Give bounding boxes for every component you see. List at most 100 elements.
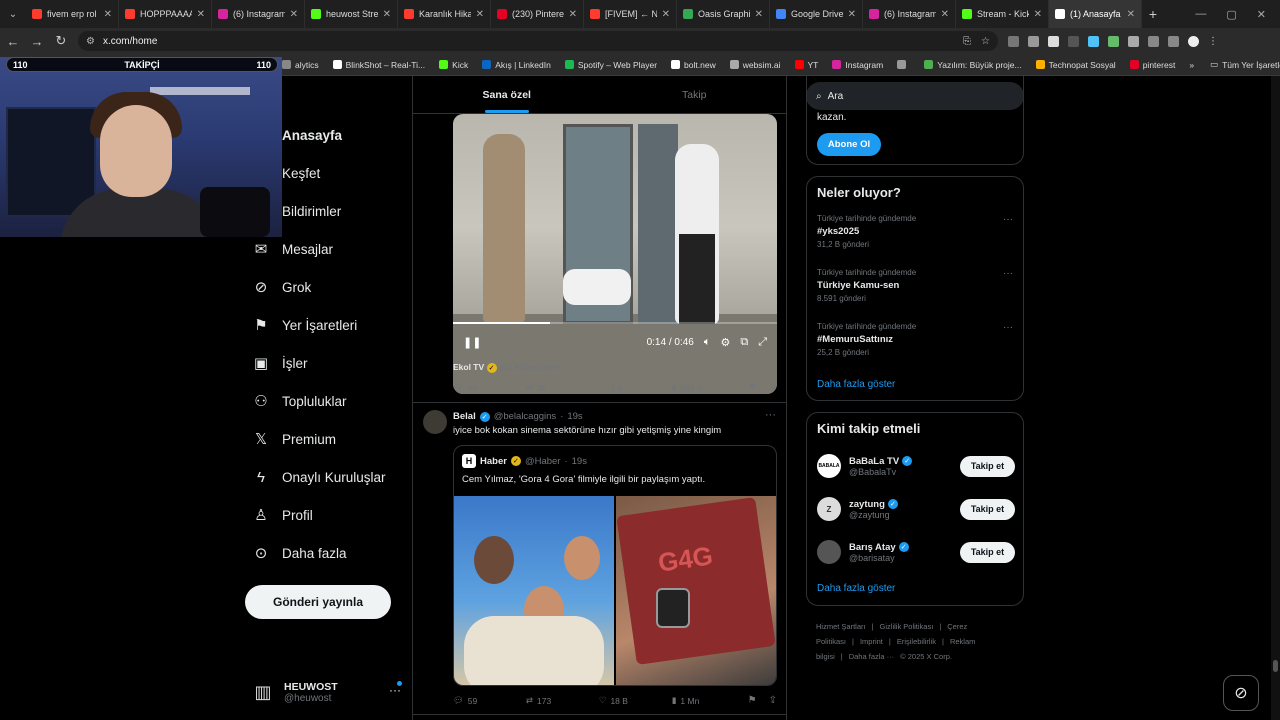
footer-link[interactable]: © 2025 X Corp. [900, 652, 952, 661]
nav-item[interactable]: ϟ Onaylı Kuruluşlar [252, 462, 386, 492]
share-icon[interactable]: ⇪ [769, 695, 777, 706]
tab-for-you[interactable]: Sana özel [413, 76, 601, 113]
extension-icon[interactable] [1088, 35, 1099, 47]
bookmark-icon[interactable]: ⚑ [748, 695, 757, 706]
quoted-tweet[interactable]: H Haber ✓ @Haber · 19s Cem Yılmaz, 'Gora… [453, 445, 777, 686]
extension-icon[interactable] [1128, 35, 1139, 47]
bookmark-item[interactable]: Spotify – Web Player [564, 60, 657, 70]
browser-tab[interactable]: (6) Instagram ✕ [212, 0, 305, 28]
reply-button[interactable]: 💬︎ 59 [453, 695, 526, 706]
browser-tab[interactable]: [FIVEM] ← NO ✕ [584, 0, 677, 28]
browser-tab[interactable]: Oasis Graphic ✕ [677, 0, 770, 28]
bookmark-item[interactable]: Yazılım: Büyük proje... [924, 60, 1022, 70]
share-icon[interactable]: ⇪ [769, 382, 777, 393]
browser-tab[interactable]: Stream - Kick ✕ [956, 0, 1049, 28]
tab-close-icon[interactable]: ✕ [1034, 9, 1042, 20]
trend-more-icon[interactable]: ··· [1003, 214, 1013, 225]
nav-item[interactable]: ▣ İşler [252, 348, 308, 378]
nav-item[interactable]: Bildirimler [252, 196, 341, 226]
views-button[interactable]: ▮ 1 Mn [672, 695, 748, 706]
tweet-author-handle[interactable]: @belalcaggins [494, 411, 556, 422]
footer-link[interactable]: Daha fazla ··· [849, 652, 894, 661]
follow-suggestion[interactable]: BABALA BaBaLa TV ✓ @BabalaTv Takip et [817, 451, 1015, 481]
tab-close-icon[interactable]: ✕ [476, 9, 484, 20]
tab-following[interactable]: Takip [601, 76, 787, 113]
tab-close-icon[interactable]: ✕ [569, 9, 577, 20]
fullscreen-icon[interactable]: ⤢ [758, 336, 767, 349]
site-settings-icon[interactable]: ⚙ [86, 36, 95, 47]
nav-item[interactable]: ♙ Profil [252, 500, 313, 530]
bookmark-item[interactable]: websim.ai [729, 60, 781, 70]
new-tab-plus-icon[interactable]: + [1142, 6, 1164, 22]
tweet-author-avatar[interactable] [423, 410, 447, 434]
browser-tab[interactable]: (230) Pinterest ✕ [491, 0, 584, 28]
browser-tab[interactable]: heuwost Stream ✕ [305, 0, 398, 28]
page-scrollbar[interactable] [1271, 76, 1280, 720]
settings-gear-icon[interactable]: ⚙ [720, 336, 730, 349]
footer-link[interactable]: Gizlilik Politikası [880, 622, 934, 631]
tab-close-icon[interactable]: ✕ [848, 9, 856, 20]
back-arrow-icon[interactable]: ← [2, 34, 24, 49]
follow-suggestion[interactable]: Barış Atay ✓ @barisatay Takip et [817, 537, 1015, 567]
extension-icon[interactable] [1048, 35, 1059, 47]
nav-item[interactable]: ⚇ Topluluklar [252, 386, 346, 416]
footer-link[interactable]: Erişilebilirlik [897, 637, 936, 646]
bookmarks-overflow-icon[interactable]: » [1189, 60, 1194, 70]
quote-image-cast-photo[interactable] [454, 496, 614, 685]
tab-close-icon[interactable]: ✕ [662, 9, 670, 20]
nav-item[interactable]: ⊘ Grok [252, 272, 312, 302]
bookmark-item[interactable]: Instagram [832, 60, 883, 70]
attribution-name[interactable]: Ekol TV [453, 362, 484, 372]
bookmark-star-icon[interactable]: ☆ [981, 36, 990, 47]
address-bar[interactable]: ⚙ x.com/home ⎘ ☆ [78, 31, 998, 51]
tweet-video[interactable]: ❚❚ 0:14 / 0:46 🔈︎ ⚙ ⧉ ⤢ [453, 114, 777, 394]
follow-suggestion[interactable]: Zzaytung ✓ @zaytung Takip et [817, 494, 1015, 524]
bookmark-item[interactable]: alytics [282, 60, 319, 70]
install-app-icon[interactable]: ⎘ [963, 36, 971, 47]
bookmark-item[interactable]: Technopat Sosyal [1035, 60, 1116, 70]
repost-button[interactable]: ⇄ 173 [526, 695, 599, 706]
scrollbar-thumb[interactable] [1273, 660, 1278, 672]
views-button[interactable]: ▮ 586 B [672, 382, 748, 393]
puzzle-icon[interactable] [1148, 35, 1159, 47]
chrome-menu-icon[interactable]: ⋮ [1208, 36, 1219, 47]
nav-item[interactable]: 𝕏 Premium [252, 424, 336, 454]
bookmark-item[interactable]: pinterest [1129, 60, 1175, 70]
trend-more-icon[interactable]: ··· [1003, 268, 1013, 279]
pause-icon[interactable]: ❚❚ [463, 336, 481, 349]
tab-close-icon[interactable]: ✕ [197, 9, 205, 20]
extension-icon[interactable] [1108, 35, 1119, 47]
tab-close-icon[interactable]: ✕ [1127, 9, 1135, 20]
bookmark-item[interactable]: YT [794, 60, 818, 70]
tab-close-icon[interactable]: ✕ [941, 9, 949, 20]
nav-item[interactable]: ⚑ Yer İşaretleri [252, 310, 357, 340]
profile-icon[interactable] [1188, 35, 1199, 47]
like-button[interactable]: ♡ 18 B [599, 695, 672, 706]
nav-item[interactable]: Anasayfa [252, 120, 342, 150]
tweet-time[interactable]: 19s [567, 411, 582, 422]
browser-tab[interactable]: (6) Instagram ✕ [863, 0, 956, 28]
tab-close-icon[interactable]: ✕ [383, 9, 391, 20]
footer-link[interactable]: Hizmet Şartları [816, 622, 866, 631]
extension-icon[interactable] [1028, 35, 1039, 47]
browser-tab[interactable]: Karanlık Hikay ✕ [398, 0, 491, 28]
follow-button[interactable]: Takip et [960, 455, 1015, 477]
reload-icon[interactable]: ↻ [50, 33, 72, 49]
bookmark-item[interactable]: BlinkShot – Real-Ti... [332, 60, 425, 70]
tab-close-icon[interactable]: ✕ [104, 9, 112, 20]
tab-close-icon[interactable]: ✕ [755, 9, 763, 20]
nav-item[interactable]: Keşfet [252, 158, 320, 188]
bookmark-item[interactable]: bolt.new [671, 60, 716, 70]
browser-tab[interactable]: HOPPPAAAA ✕ [119, 0, 212, 28]
trend-more-icon[interactable]: ··· [1003, 322, 1013, 333]
restore-icon[interactable]: ▢ [1226, 8, 1236, 21]
browser-tab[interactable]: fivem erp rol ✕ [26, 0, 119, 28]
follow-button[interactable]: Takip et [960, 541, 1015, 563]
video-progress-bar[interactable] [453, 322, 777, 324]
close-window-icon[interactable]: ✕ [1257, 8, 1266, 21]
trend-item[interactable]: Türkiye tarihinde gündemde Türkiye Kamu-s… [817, 268, 1013, 303]
quote-image-notebook-photo[interactable]: G4G [616, 496, 776, 685]
trend-item[interactable]: Türkiye tarihinde gündemde #MemuruSattını… [817, 322, 1013, 357]
follow-button[interactable]: Takip et [960, 498, 1015, 520]
forward-arrow-icon[interactable]: → [26, 34, 48, 49]
